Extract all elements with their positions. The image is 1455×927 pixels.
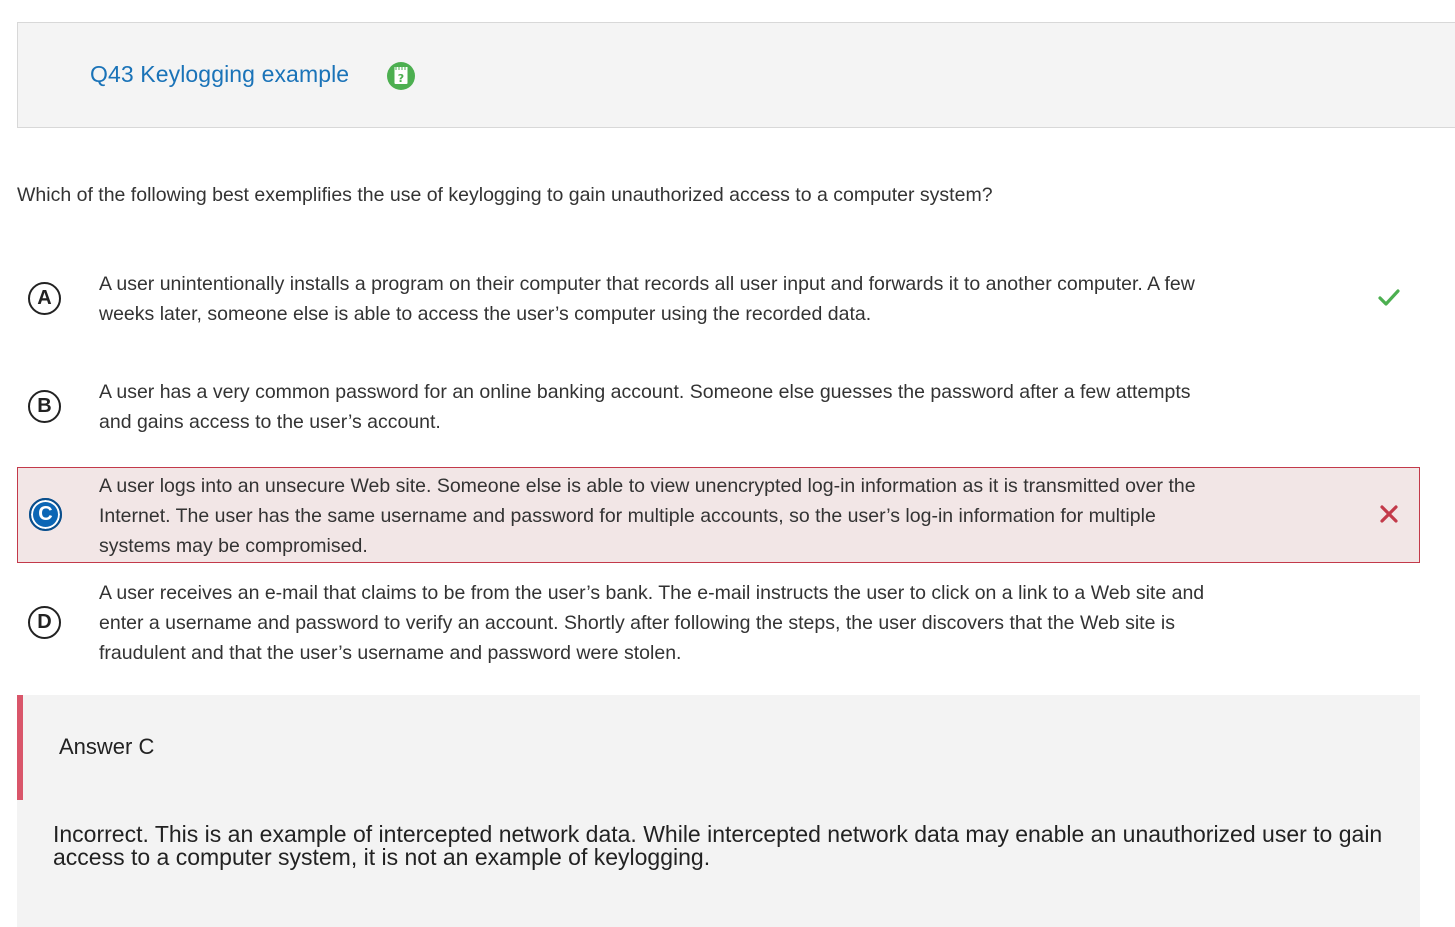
explanation-accent-bar — [17, 695, 23, 800]
choice-letter-b[interactable]: B — [28, 390, 61, 423]
choice-a[interactable]: A A user unintentionally installs a prog… — [17, 262, 1420, 338]
choice-b[interactable]: B A user has a very common password for … — [17, 370, 1420, 446]
question-prompt: Which of the following best exemplifies … — [17, 184, 993, 206]
answer-label: Answer C — [59, 734, 155, 759]
choice-letter-c[interactable]: C — [29, 498, 62, 531]
choice-text-b: A user has a very common password for an… — [99, 381, 1191, 433]
choice-text-a: A user unintentionally installs a progra… — [99, 273, 1195, 325]
x-icon — [1380, 505, 1398, 523]
choice-c[interactable]: C A user logs into an unsecure Web site.… — [17, 467, 1420, 563]
question-header: Q43 Keylogging example ? — [17, 22, 1455, 128]
choice-letter-d[interactable]: D — [28, 606, 61, 639]
help-note-icon[interactable]: ? — [386, 61, 416, 91]
question-title[interactable]: Q43 Keylogging example — [90, 61, 349, 88]
svg-text:?: ? — [398, 72, 404, 85]
choice-text-d: A user receives an e-mail that claims to… — [99, 582, 1205, 664]
choice-d[interactable]: D A user receives an e-mail that claims … — [17, 577, 1420, 677]
choice-letter-a[interactable]: A — [28, 282, 61, 315]
choice-text-c: A user logs into an unsecure Web site. S… — [99, 475, 1196, 557]
explanation-text: Incorrect. This is an example of interce… — [53, 821, 1383, 870]
check-icon — [1378, 289, 1400, 306]
answer-explanation: Answer C Incorrect. This is an example o… — [17, 695, 1420, 927]
